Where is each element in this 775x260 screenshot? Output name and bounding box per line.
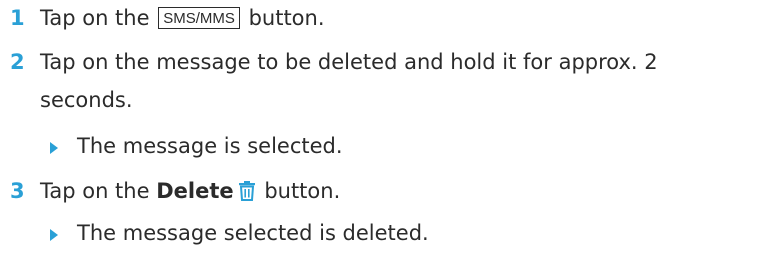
step-text: Tap on the message to be deleted and hol… bbox=[40, 48, 775, 115]
result-arrow-icon bbox=[50, 229, 58, 241]
step-text: Tap on the Delete button. bbox=[40, 177, 775, 209]
result-text: The message selected is deleted. bbox=[77, 221, 429, 245]
step-suffix: button. bbox=[264, 179, 341, 203]
step-suffix: button. bbox=[248, 6, 325, 30]
result-arrow-icon bbox=[50, 142, 58, 154]
step-text: Tap on the SMS/MMS button. bbox=[40, 4, 775, 33]
step-prefix: Tap on the bbox=[40, 6, 150, 30]
step-prefix: Tap on the bbox=[40, 179, 150, 203]
step-line-2: seconds. bbox=[40, 88, 133, 112]
step-number: 2 bbox=[10, 50, 25, 74]
sms-mms-key: SMS/MMS bbox=[158, 7, 240, 29]
trash-icon bbox=[238, 180, 256, 209]
step-line-1: Tap on the message to be deleted and hol… bbox=[40, 50, 658, 74]
step-number: 3 bbox=[10, 179, 25, 203]
delete-label: Delete bbox=[156, 179, 234, 203]
result-text: The message is selected. bbox=[77, 134, 343, 158]
step-number: 1 bbox=[10, 6, 25, 30]
